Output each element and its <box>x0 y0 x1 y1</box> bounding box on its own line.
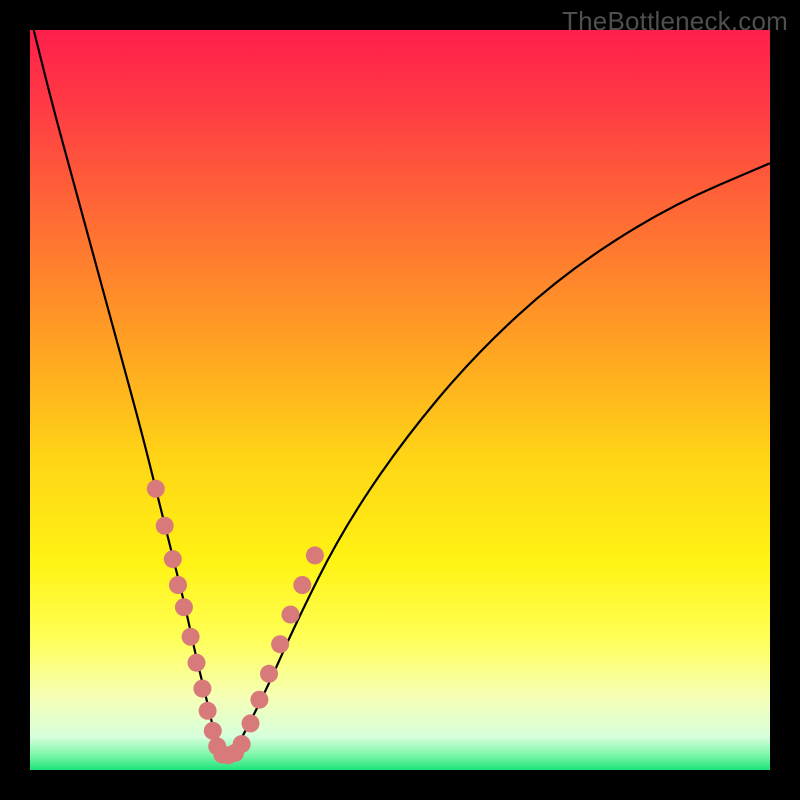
curve-marker <box>204 722 222 740</box>
watermark-text: TheBottleneck.com <box>562 6 788 37</box>
curve-marker <box>188 654 206 672</box>
curve-marker <box>242 714 260 732</box>
curve-marker <box>233 735 251 753</box>
curve-marker <box>199 702 217 720</box>
curve-marker <box>250 691 268 709</box>
curve-marker <box>175 598 193 616</box>
curve-marker <box>164 550 182 568</box>
curve-marker <box>260 665 278 683</box>
curve-marker <box>281 606 299 624</box>
curve-marker <box>193 680 211 698</box>
chart-stage: TheBottleneck.com <box>0 0 800 800</box>
bottleneck-chart <box>30 30 770 770</box>
curve-marker <box>156 517 174 535</box>
curve-marker <box>306 546 324 564</box>
curve-marker <box>147 480 165 498</box>
curve-marker <box>271 635 289 653</box>
curve-marker <box>293 576 311 594</box>
curve-marker <box>182 628 200 646</box>
curve-marker <box>169 576 187 594</box>
plot-background <box>30 30 770 770</box>
